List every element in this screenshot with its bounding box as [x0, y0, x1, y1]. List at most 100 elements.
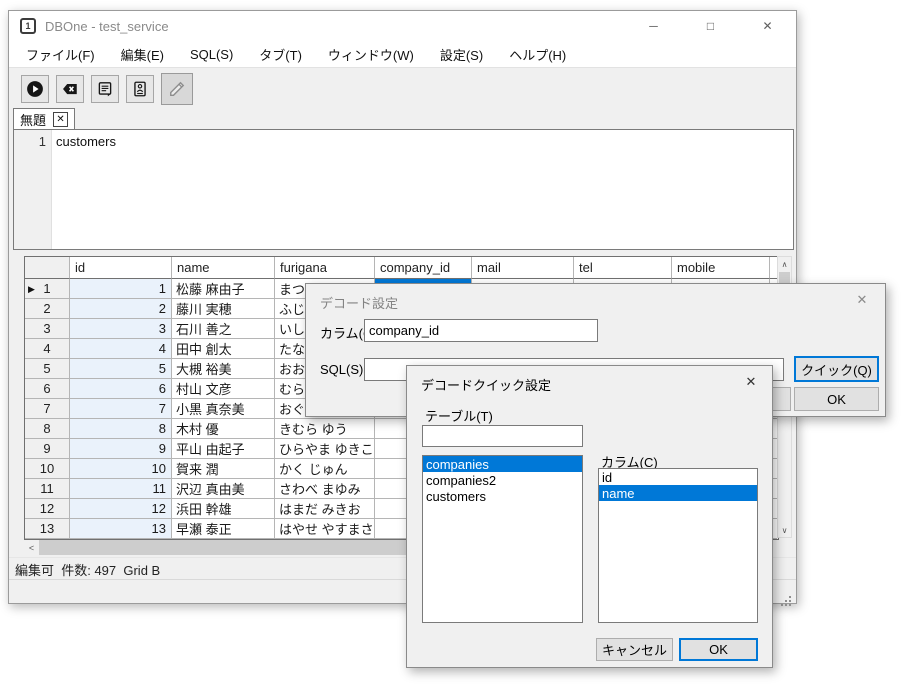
row-header[interactable]: 2 — [25, 299, 70, 319]
minimize-button[interactable]: ─ — [625, 11, 682, 41]
note-icon — [96, 80, 114, 98]
cell-furigana[interactable]: さわべ まゆみ — [275, 479, 375, 499]
menu-item-1[interactable]: 編集(E) — [108, 41, 177, 68]
row-header[interactable]: 8 — [25, 419, 70, 439]
grid-header-furigana[interactable]: furigana — [275, 257, 375, 279]
row-header[interactable]: 9 — [25, 439, 70, 459]
cell-furigana[interactable]: はまだ みきお — [275, 499, 375, 519]
grid-header-name[interactable]: name — [172, 257, 275, 279]
row-header[interactable]: 11 — [25, 479, 70, 499]
grid-header-mail[interactable]: mail — [472, 257, 574, 279]
cell-name[interactable]: 木村 優 — [172, 419, 275, 439]
maximize-button[interactable]: □ — [682, 11, 739, 41]
column-item-id[interactable]: id — [599, 469, 757, 485]
cell-id[interactable]: 1 — [70, 279, 172, 299]
cell-name[interactable]: 松藤 麻由子 — [172, 279, 275, 299]
clear-button[interactable] — [56, 75, 84, 103]
cell-id[interactable]: 13 — [70, 519, 172, 539]
cell-id[interactable]: 4 — [70, 339, 172, 359]
record-sheet-button[interactable] — [126, 75, 154, 103]
document-person-icon — [131, 80, 149, 98]
close-button[interactable]: ✕ — [739, 11, 796, 41]
cell-name[interactable]: 沢辺 真由美 — [172, 479, 275, 499]
tab-untitled[interactable]: 無題 ✕ — [13, 108, 75, 130]
cell-id[interactable]: 7 — [70, 399, 172, 419]
window-title: DBOne - test_service — [45, 19, 169, 34]
menu-item-0[interactable]: ファイル(F) — [13, 41, 108, 68]
row-header[interactable]: 12 — [25, 499, 70, 519]
cell-id[interactable]: 6 — [70, 379, 172, 399]
quick-button[interactable]: クイック(Q) — [794, 356, 879, 382]
grid-header-tel[interactable]: tel — [574, 257, 672, 279]
scroll-up-icon[interactable]: ∧ — [778, 257, 791, 271]
current-row-marker-icon: ▶ — [28, 284, 35, 295]
cell-id[interactable]: 10 — [70, 459, 172, 479]
cell-furigana[interactable]: はやせ やすまさ — [275, 519, 375, 539]
cell-name[interactable]: 浜田 幹雄 — [172, 499, 275, 519]
cell-name[interactable]: 田中 創太 — [172, 339, 275, 359]
cell-furigana[interactable]: きむら ゆう — [275, 419, 375, 439]
cell-id[interactable]: 2 — [70, 299, 172, 319]
grid-header-blank — [770, 257, 777, 279]
table-listbox[interactable]: companiescompanies2customers — [422, 455, 583, 623]
dialog-close-icon[interactable]: ✕ — [742, 373, 760, 391]
table-item-companies[interactable]: companies — [423, 456, 582, 472]
column-input[interactable] — [364, 319, 598, 342]
row-header[interactable]: 13 — [25, 519, 70, 539]
sql-editor[interactable]: 1 customers — [13, 129, 794, 250]
menu-item-2[interactable]: SQL(S) — [177, 43, 246, 66]
dialog-close-icon[interactable]: ✕ — [853, 291, 871, 309]
cell-name[interactable]: 藤川 実穂 — [172, 299, 275, 319]
scroll-left-icon[interactable]: < — [24, 543, 39, 553]
cell-id[interactable]: 8 — [70, 419, 172, 439]
menu-item-4[interactable]: ウィンドウ(W) — [315, 41, 427, 68]
ok-button[interactable]: OK — [794, 387, 879, 411]
cell-name[interactable]: 早瀬 泰正 — [172, 519, 275, 539]
toolbar — [9, 67, 796, 109]
cell-id[interactable]: 11 — [70, 479, 172, 499]
column-item-name[interactable]: name — [599, 485, 757, 501]
cell-name[interactable]: 平山 由起子 — [172, 439, 275, 459]
cell-name[interactable]: 村山 文彦 — [172, 379, 275, 399]
cell-furigana[interactable]: ひらやま ゆきこ — [275, 439, 375, 459]
ok-button[interactable]: OK — [679, 638, 758, 661]
table-filter-input[interactable] — [422, 425, 583, 447]
cell-id[interactable]: 9 — [70, 439, 172, 459]
cell-name[interactable]: 小黒 真奈美 — [172, 399, 275, 419]
cell-id[interactable]: 5 — [70, 359, 172, 379]
row-header[interactable]: 10 — [25, 459, 70, 479]
cell-name[interactable]: 石川 善之 — [172, 319, 275, 339]
decode-quick-settings-dialog: デコードクイック設定 ✕ テーブル(T) companiescompanies2… — [406, 365, 773, 668]
grid-header-id[interactable]: id — [70, 257, 172, 279]
menu-item-3[interactable]: タブ(T) — [246, 41, 315, 68]
tab-close-icon[interactable]: ✕ — [53, 112, 68, 127]
execute-button[interactable] — [21, 75, 49, 103]
cancel-button[interactable]: キャンセル — [596, 638, 673, 661]
cell-furigana[interactable]: かく じゅん — [275, 459, 375, 479]
row-header[interactable]: 3 — [25, 319, 70, 339]
row-header[interactable]: 7 — [25, 399, 70, 419]
table-item-customers[interactable]: customers — [423, 488, 582, 504]
note-button[interactable] — [91, 75, 119, 103]
scroll-down-icon[interactable]: ∨ — [778, 523, 791, 537]
row-header[interactable]: 6 — [25, 379, 70, 399]
menu-item-6[interactable]: ヘルプ(H) — [496, 41, 579, 68]
menu-item-5[interactable]: 設定(S) — [427, 41, 496, 68]
grid-header-company_id[interactable]: company_id — [375, 257, 472, 279]
grid-header-mobile[interactable]: mobile — [672, 257, 770, 279]
edit-mode-button[interactable] — [161, 73, 193, 105]
cell-name[interactable]: 大槻 裕美 — [172, 359, 275, 379]
cell-id[interactable]: 12 — [70, 499, 172, 519]
row-header[interactable]: 1▶ — [25, 279, 70, 299]
cell-name[interactable]: 賀来 潤 — [172, 459, 275, 479]
column-listbox[interactable]: idname — [598, 468, 758, 623]
table-item-companies2[interactable]: companies2 — [423, 472, 582, 488]
resize-grip[interactable] — [782, 589, 794, 601]
grid-header-blank — [25, 257, 70, 279]
tab-label: 無題 — [20, 110, 46, 129]
row-header[interactable]: 5 — [25, 359, 70, 379]
cell-id[interactable]: 3 — [70, 319, 172, 339]
dialog-title: デコード設定 — [320, 293, 398, 312]
row-header[interactable]: 4 — [25, 339, 70, 359]
status-text: 編集可 件数: 497 Grid B — [15, 560, 160, 579]
